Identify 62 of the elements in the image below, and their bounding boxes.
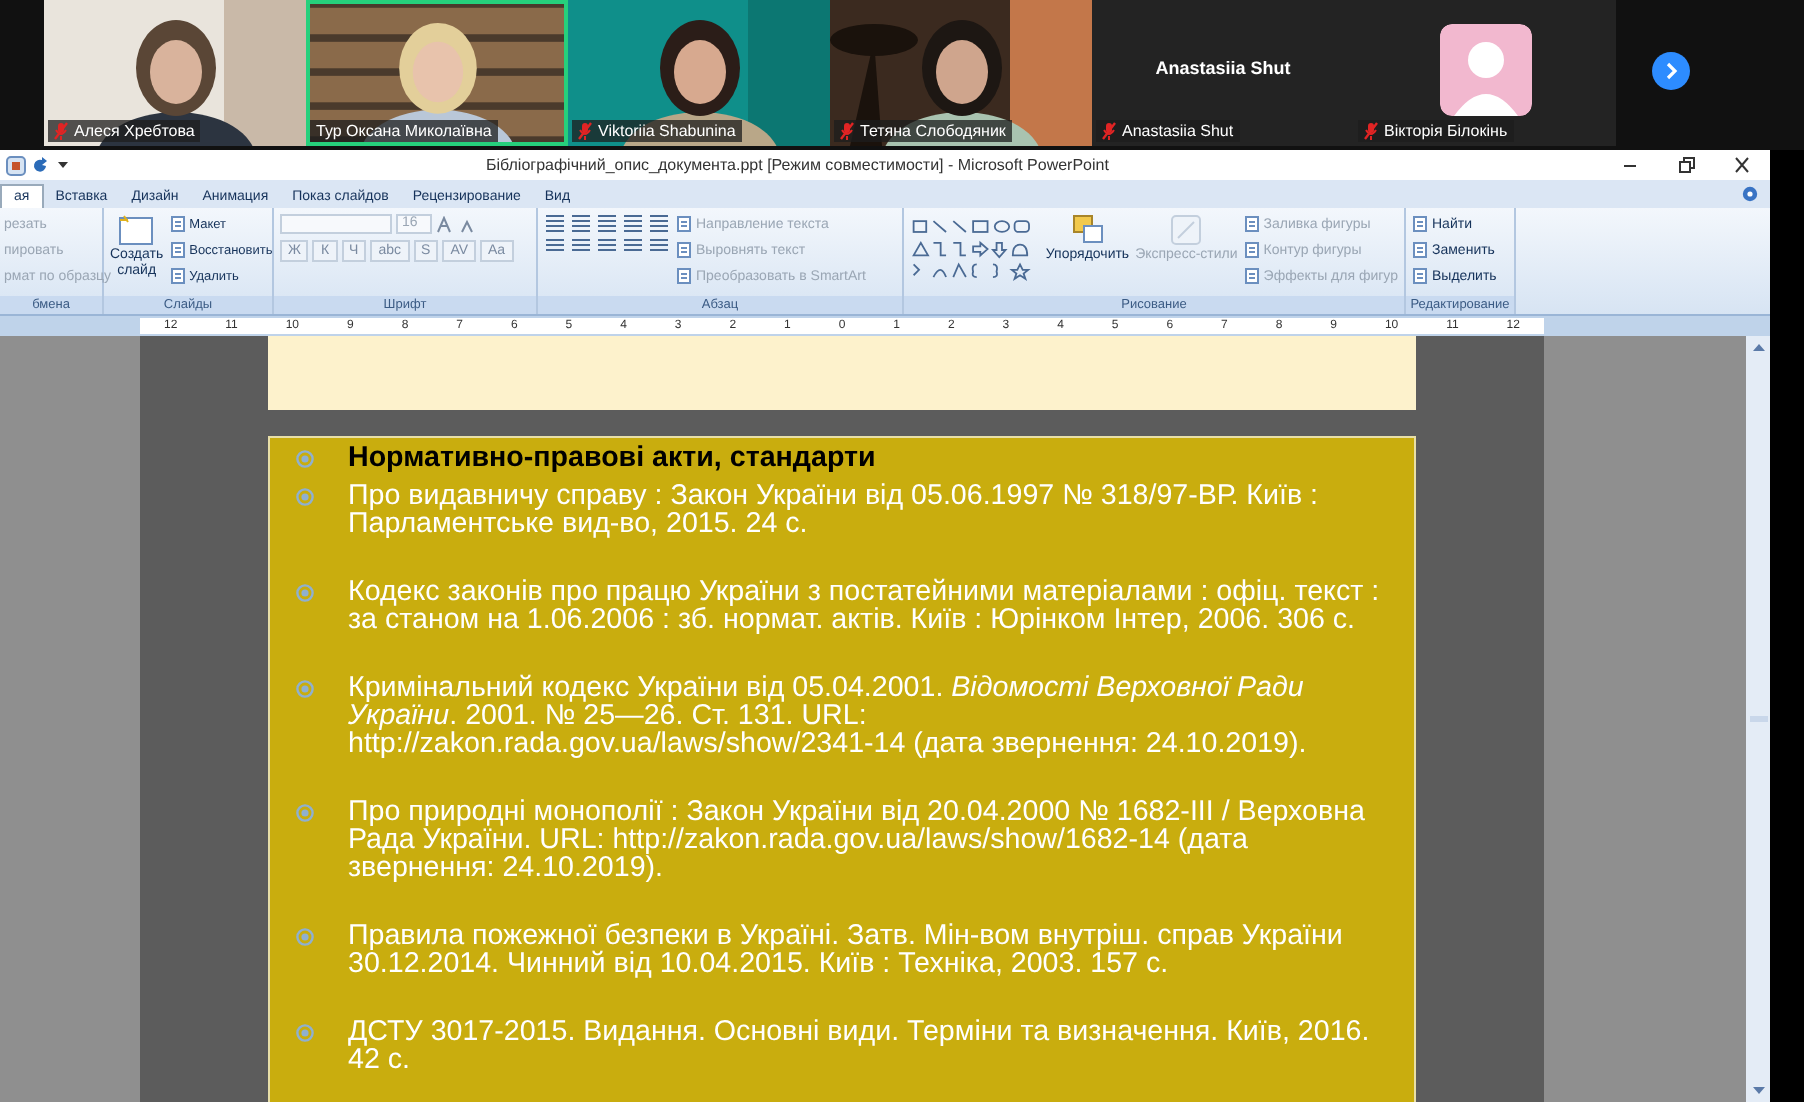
- undo-icon[interactable]: [32, 156, 50, 174]
- document-icon: [169, 268, 186, 284]
- document-icon: [676, 242, 692, 258]
- reference-text: Кримінальний кодекс України від 05.04.2001. Відомості Верховної Ради України. 2001. № 25—26. Ст. 131. URL: http://zakon.rada.gov.ua/laws/show/2341-14 (дата звернення: 24.10.2019).: [348, 674, 1309, 758]
- participant-name: Anastasiia Shut: [1122, 122, 1234, 140]
- document-icon: [1412, 242, 1428, 258]
- document-icon: [1243, 268, 1260, 284]
- participant-name: Алеся Хребтова: [74, 122, 195, 140]
- list-icon[interactable]: [622, 214, 644, 232]
- bullet-icon: [296, 488, 314, 506]
- scrollbar[interactable]: [1746, 336, 1770, 1102]
- bullet-icon: [296, 928, 314, 946]
- participant-name: Anastasiia Shut: [1153, 58, 1293, 78]
- avatar: [1440, 24, 1532, 116]
- align-icon[interactable]: [544, 238, 566, 256]
- document-icon: [169, 216, 186, 232]
- list-icon[interactable]: [596, 214, 618, 232]
- next-button[interactable]: [1652, 52, 1690, 90]
- bullet-icon: [296, 450, 314, 468]
- document-icon: [1243, 216, 1260, 232]
- participant-name: Viktoriia Shabunina: [598, 122, 736, 140]
- caret-icon[interactable]: [56, 158, 70, 172]
- document-icon: [676, 216, 692, 232]
- document-icon: [1243, 242, 1260, 258]
- document-icon: [676, 268, 692, 284]
- window-title: Бібліографічний_опис_документа.ppt [Режим совместимости] - Microsoft PowerPoint: [486, 156, 1111, 174]
- participant-name: Тур Оксана Миколаївна: [316, 122, 492, 140]
- list-icon[interactable]: [648, 214, 670, 232]
- bullet-icon: [296, 584, 314, 602]
- reference-text: Правила пожежної безпеки в Україні. Затв. Мін-вом внутріш. справ України 30.12.2014. Чинний від 10.04.2015. Київ : Техніка, 2003. 157 с.: [348, 922, 1345, 978]
- slide-heading: Нормативно-правові акти, стандарти: [348, 444, 876, 474]
- shrink-font-icon[interactable]: [458, 215, 476, 233]
- chevron-right-icon: [1662, 62, 1680, 80]
- bullet-icon: [296, 680, 314, 698]
- participant-name: Тетяна Слободяник: [860, 122, 1006, 140]
- office-button-icon[interactable]: [6, 155, 26, 175]
- bullet-icon: [296, 1024, 314, 1042]
- bullet-icon: [296, 804, 314, 822]
- list-icon[interactable]: [544, 214, 566, 232]
- align-icon[interactable]: [648, 238, 670, 256]
- reference-text: Про природні монополії : Закон України від 20.04.2000 № 1682-ІІІ / Верховна Рада України. URL: http://zakon.rada.gov.ua/laws/show/1682-14 (дата звернення: 24.10.2019).: [348, 798, 1367, 882]
- align-icon[interactable]: [622, 238, 644, 256]
- document-icon: [1412, 216, 1428, 232]
- reference-text: Про видавничу справу : Закон України від 05.06.1997 № 318/97-ВР. Київ : Парламентське вид-во, 2015. 24 с.: [348, 482, 1321, 538]
- scroll-down-icon[interactable]: [1751, 1086, 1765, 1096]
- restore-icon[interactable]: [1676, 156, 1696, 174]
- reference-text: Кодекс законів про працю України з постатейними матеріалами : офіц. текст : за станом на 1.06.2006 : зб. нормат. актів. Київ : Юрінком Інтер, 2006. 306 с.: [348, 578, 1382, 634]
- help-icon[interactable]: [1742, 186, 1758, 202]
- align-icon[interactable]: [570, 238, 592, 256]
- quick-styles-icon: [1170, 214, 1203, 246]
- close-icon[interactable]: [1732, 156, 1752, 174]
- document-icon: [169, 242, 186, 258]
- font-name-field[interactable]: [280, 214, 392, 234]
- scroll-up-icon[interactable]: [1751, 342, 1765, 352]
- grow-font-icon[interactable]: [436, 215, 454, 233]
- arrange-icon: [1071, 214, 1104, 246]
- reference-text: ДСТУ 3017-2015. Видання. Основні види. Терміни та визначення. Київ, 2016. 42 с.: [348, 1018, 1372, 1074]
- document-icon: [1412, 268, 1428, 284]
- participant-name: Вікторія Білокінь: [1384, 122, 1508, 140]
- list-icon[interactable]: [570, 214, 592, 232]
- align-icon[interactable]: [596, 238, 618, 256]
- new-slide-icon: [118, 214, 155, 246]
